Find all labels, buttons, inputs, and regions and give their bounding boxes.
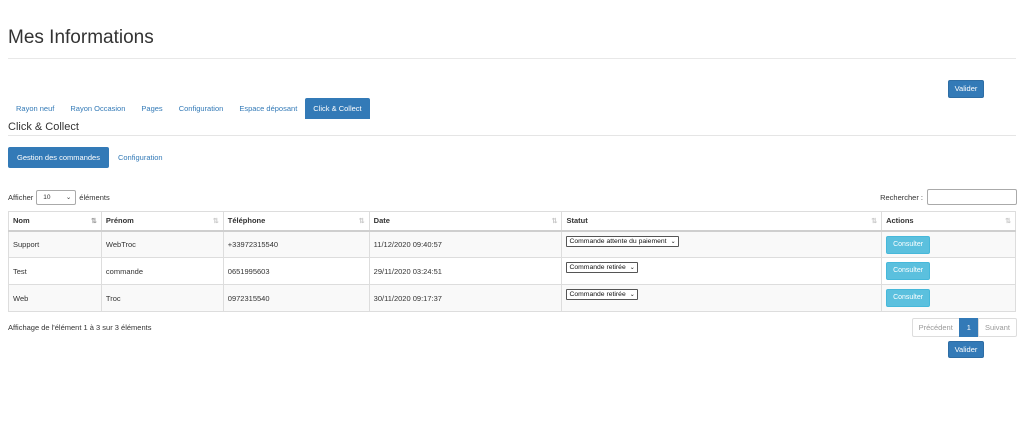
- valider-button-bottom[interactable]: Valider: [948, 341, 984, 358]
- sort-asc-icon: ⇅: [91, 218, 97, 225]
- cell-statut: Commande retirée ⌄: [561, 284, 883, 312]
- sub-tabs: Gestion des commandes Configuration: [8, 147, 172, 168]
- cell-prenom: commande: [100, 257, 224, 285]
- subtab-configuration[interactable]: Configuration: [109, 147, 172, 168]
- search-input[interactable]: [927, 189, 1017, 205]
- show-label: Afficher: [8, 192, 34, 202]
- next-page-button[interactable]: Suivant: [977, 318, 1017, 337]
- table-filter-control: Rechercher :: [880, 189, 1017, 205]
- status-select[interactable]: Commande attente du paiement ⌄: [566, 235, 679, 247]
- chevron-down-icon: ⌄: [629, 265, 635, 271]
- section-divider: [8, 135, 1016, 136]
- sort-icon: ⇅: [551, 218, 558, 225]
- title-divider: [8, 58, 1016, 59]
- sort-icon: ⇅: [358, 218, 365, 225]
- cell-nom: Test: [8, 257, 102, 285]
- chevron-down-icon: ⌄: [670, 238, 676, 245]
- table-row: Test commande 0651995603 29/11/2020 03:2…: [8, 257, 1016, 285]
- chevron-down-icon: ⌄: [65, 194, 72, 201]
- tab-pages[interactable]: Pages: [133, 98, 170, 119]
- cell-telephone: 0651995603: [222, 257, 370, 285]
- cell-prenom: WebTroc: [100, 230, 224, 258]
- tab-rayon-neuf[interactable]: Rayon neuf: [8, 98, 62, 119]
- table-info: Affichage de l'élément 1 à 3 sur 3 éléme…: [8, 323, 152, 332]
- cell-telephone: 0972315540: [222, 284, 370, 312]
- sort-icon: ⇅: [1005, 218, 1011, 225]
- orders-table: Nom ⇅ Prénom ⇅ Téléphone ⇅ Date ⇅ Statut ⇅ Ac…: [8, 211, 1016, 312]
- section-title: Click & Collect: [8, 121, 79, 133]
- cell-nom: Web: [8, 284, 102, 312]
- column-header-telephone[interactable]: Téléphone ⇅: [222, 211, 370, 232]
- consulter-button[interactable]: Consulter: [886, 289, 931, 307]
- status-select[interactable]: Commande retirée ⌄: [566, 262, 638, 273]
- page-length-select[interactable]: 10 ⌄: [36, 189, 77, 205]
- cell-actions: Consulter: [881, 230, 1016, 258]
- tab-click-collect[interactable]: Click & Collect: [305, 98, 370, 119]
- page-length-value: 10: [43, 193, 51, 201]
- column-header-actions[interactable]: Actions ⇅: [881, 211, 1016, 232]
- cell-actions: Consulter: [881, 257, 1016, 285]
- column-header-prenom[interactable]: Prénom ⇅: [100, 211, 224, 232]
- table-row: Web Troc 0972315540 30/11/2020 09:17:37 …: [8, 284, 1016, 312]
- consulter-button[interactable]: Consulter: [886, 262, 931, 280]
- cell-nom: Support: [8, 230, 102, 258]
- cell-date: 29/11/2020 03:24:51: [368, 257, 563, 285]
- chevron-down-icon: ⌄: [629, 292, 635, 298]
- main-tabs: Rayon neuf Rayon Occasion Pages Configur…: [8, 98, 370, 119]
- sort-icon: ⇅: [871, 218, 877, 225]
- cell-date: 11/12/2020 09:40:57: [368, 230, 563, 258]
- column-header-statut[interactable]: Statut ⇅: [561, 211, 883, 232]
- pagination: Précédent 1 Suivant: [911, 318, 1017, 337]
- tab-rayon-occasion[interactable]: Rayon Occasion: [62, 98, 133, 119]
- subtab-gestion-commandes[interactable]: Gestion des commandes: [8, 147, 109, 168]
- consulter-button[interactable]: Consulter: [886, 235, 931, 254]
- elements-label: éléments: [79, 192, 110, 202]
- cell-telephone: +33972315540: [222, 230, 370, 258]
- table-length-control: Afficher 10 ⌄ éléments: [8, 189, 110, 205]
- status-select[interactable]: Commande retirée ⌄: [566, 289, 638, 300]
- page-title: Mes Informations: [8, 27, 154, 48]
- cell-actions: Consulter: [881, 284, 1016, 312]
- cell-statut: Commande retirée ⌄: [561, 257, 883, 285]
- previous-page-button[interactable]: Précédent: [911, 318, 960, 337]
- tab-espace-deposant[interactable]: Espace déposant: [231, 98, 305, 119]
- cell-date: 30/11/2020 09:17:37: [368, 284, 563, 312]
- cell-prenom: Troc: [100, 284, 224, 312]
- search-label: Rechercher :: [880, 192, 923, 202]
- cell-statut: Commande attente du paiement ⌄: [561, 230, 883, 258]
- page-number-button[interactable]: 1: [958, 318, 979, 337]
- column-header-date[interactable]: Date ⇅: [368, 211, 563, 232]
- valider-button-top[interactable]: Valider: [948, 80, 984, 98]
- column-header-nom[interactable]: Nom ⇅: [8, 211, 102, 232]
- sort-icon: ⇅: [212, 218, 219, 225]
- tab-configuration[interactable]: Configuration: [171, 98, 232, 119]
- table-row: Support WebTroc +33972315540 11/12/2020 …: [8, 230, 1016, 258]
